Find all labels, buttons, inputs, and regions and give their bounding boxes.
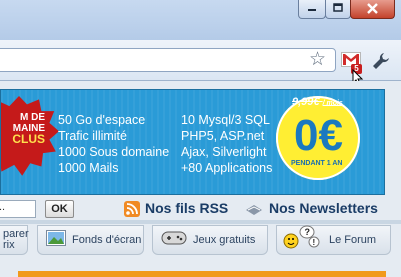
feature-item: PHP5, ASP.net (181, 129, 265, 143)
divider (0, 220, 401, 224)
feature-item: 50 Go d'espace (58, 113, 146, 127)
gamepad-icon (161, 231, 187, 250)
tab-forum[interactable]: ?! Le Forum (276, 225, 391, 255)
rss-icon[interactable] (124, 201, 140, 217)
tab-wallpapers[interactable]: Fonds d'écran (37, 225, 144, 255)
feature-item: 10 Mysql/3 SQL (181, 113, 270, 127)
tab-free-games[interactable]: Jeux gratuits (152, 225, 268, 255)
browser-window: ☆ 5 M DE MAINE CLUS 50 Go d'espace Trafi… (0, 0, 401, 277)
wallpaper-icon (46, 229, 66, 251)
old-price-value: 9,99€ (292, 96, 320, 108)
features-column-1: 50 Go d'espace Trafic illimité 1000 Sous… (58, 112, 169, 176)
close-button[interactable] (350, 0, 395, 19)
tab-compare-prices[interactable]: parer rix (0, 225, 29, 255)
starburst-line-1: M DE (20, 112, 45, 123)
tab-label: rix (3, 239, 15, 251)
web-page: M DE MAINE CLUS 50 Go d'espace Trafic il… (0, 81, 401, 277)
minimize-button[interactable] (298, 0, 326, 19)
svg-text:?: ? (305, 227, 311, 237)
wrench-icon[interactable] (371, 51, 391, 76)
old-price-unit: / mois (322, 100, 343, 107)
feature-item: Ajax, Silverlight (181, 145, 267, 159)
newsletters-link[interactable]: Nos Newsletters (269, 200, 378, 216)
close-icon (367, 2, 378, 17)
newsletter-icon[interactable] (245, 203, 263, 221)
hosting-ad-banner[interactable]: M DE MAINE CLUS 50 Go d'espace Trafic il… (0, 89, 385, 195)
title-bar (0, 0, 401, 40)
star-icon[interactable]: ☆ (309, 48, 326, 72)
minimize-icon (307, 2, 317, 16)
tab-label: Le Forum (329, 234, 377, 246)
svg-text:!: ! (313, 238, 316, 247)
promo-price: 0€ (294, 111, 343, 160)
features-column-2: 10 Mysql/3 SQL PHP5, ASP.net Ajax, Silve… (181, 112, 272, 176)
price-note: PENDANT 1 AN (291, 160, 343, 167)
search-input[interactable]: .. (0, 200, 36, 218)
maximize-button[interactable] (325, 0, 351, 19)
old-price: 9,99€ / mois (292, 96, 343, 108)
feature-item: 1000 Sous domaine (58, 145, 170, 159)
ok-button[interactable]: OK (45, 200, 74, 218)
category-tabs: parer rix Fonds d'écran Jeux gratuits ?! (0, 225, 401, 265)
feature-item: Trafic illimité (58, 129, 127, 143)
content-header-bar (18, 271, 386, 277)
feature-item: 1000 Mails (58, 161, 119, 175)
starburst-text: M DE MAINE CLUS (1, 112, 45, 146)
address-bar[interactable] (0, 48, 336, 72)
maximize-icon (333, 2, 343, 16)
feature-item: +80 Applications (181, 161, 273, 175)
forum-icon: ?! (283, 225, 323, 256)
search-row: .. OK Nos fils RSS Nos Newsletters (0, 200, 401, 222)
tab-label: Jeux gratuits (193, 234, 256, 246)
rss-feeds-link[interactable]: Nos fils RSS (145, 200, 228, 216)
tab-label: Fonds d'écran (72, 234, 142, 246)
starburst-line-3: CLUS (12, 132, 45, 146)
